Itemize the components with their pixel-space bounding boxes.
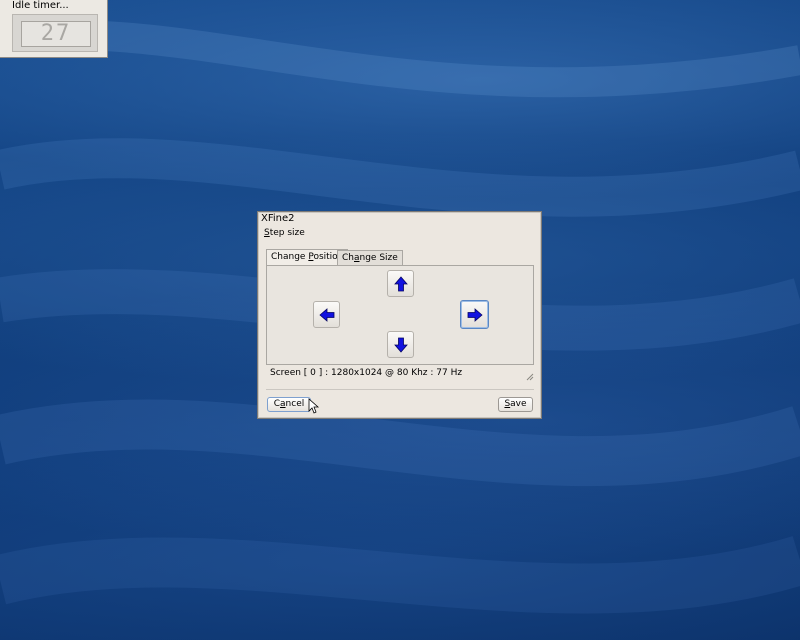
arrow-right-icon bbox=[467, 308, 483, 322]
button-label-part: ave bbox=[510, 399, 527, 409]
idle-timer-title: Idle timer... bbox=[12, 0, 69, 11]
xfine2-dialog: XFine2 Step size Change Position Change … bbox=[257, 211, 542, 419]
cancel-button[interactable]: Cancel bbox=[267, 397, 311, 412]
resize-grip-icon[interactable] bbox=[526, 373, 534, 381]
tab-change-size[interactable]: Change Size bbox=[337, 250, 403, 265]
step-size-menu[interactable]: Step size bbox=[264, 228, 305, 238]
idle-timer-display: 27 bbox=[12, 14, 98, 52]
move-down-button[interactable] bbox=[387, 331, 414, 358]
tab-label-part: nge Size bbox=[359, 253, 398, 263]
separator bbox=[266, 389, 534, 390]
move-up-button[interactable] bbox=[387, 270, 414, 297]
tab-label-part: Ch bbox=[342, 253, 354, 263]
idle-timer-value: 27 bbox=[21, 21, 91, 47]
arrow-down-icon bbox=[394, 337, 408, 353]
arrow-up-icon bbox=[394, 276, 408, 292]
screen-status: Screen [ 0 ] : 1280x1024 @ 80 Khz : 77 H… bbox=[270, 368, 463, 378]
tab-label-part: Change bbox=[271, 252, 309, 262]
button-label-part: ncel bbox=[285, 399, 305, 409]
idle-timer-window: Idle timer... 27 bbox=[0, 0, 108, 58]
window-title: XFine2 bbox=[261, 213, 295, 224]
position-panel bbox=[266, 265, 534, 365]
move-right-button[interactable] bbox=[460, 300, 489, 329]
move-left-button[interactable] bbox=[313, 301, 340, 328]
mouse-pointer-icon bbox=[308, 398, 320, 414]
arrow-left-icon bbox=[319, 308, 335, 322]
save-button[interactable]: Save bbox=[498, 397, 533, 412]
step-size-label: tep size bbox=[269, 228, 305, 238]
